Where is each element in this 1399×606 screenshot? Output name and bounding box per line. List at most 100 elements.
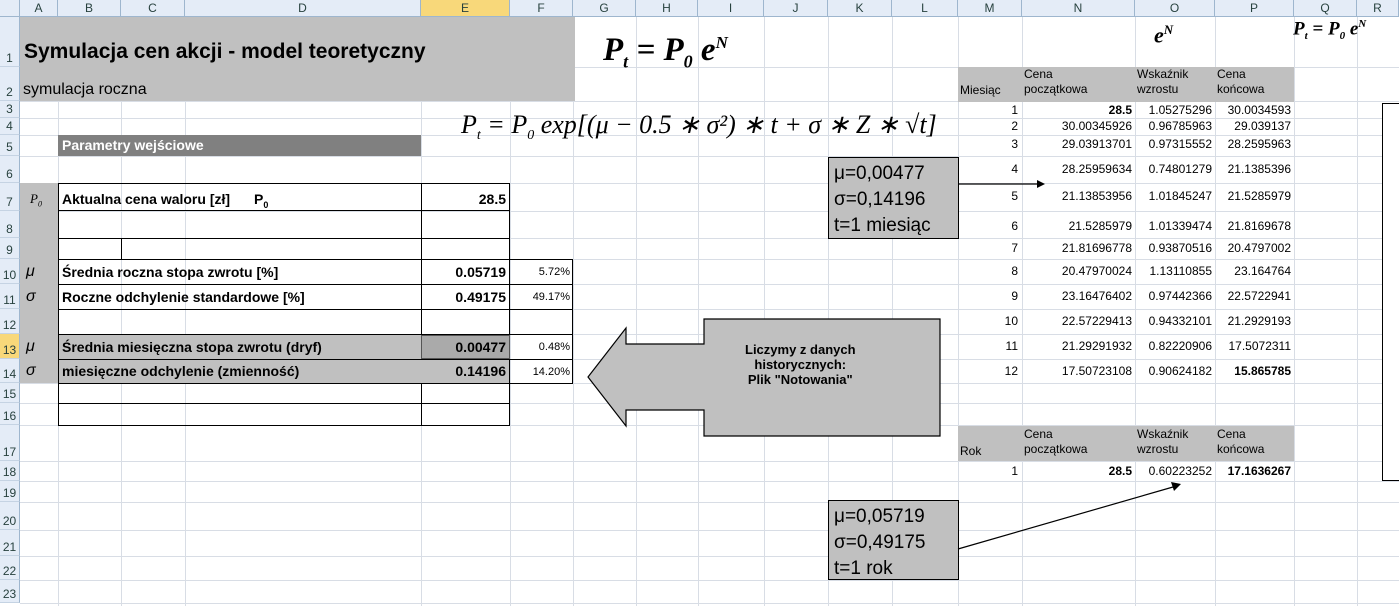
monthly-row-start: 17.50723108 (1061, 364, 1132, 378)
hline-14 (58, 383, 510, 384)
monthly-row-growth: 1.13110855 (1149, 264, 1212, 278)
hline-9 (58, 259, 510, 260)
column-header-P[interactable]: P (1215, 0, 1294, 17)
monthly-row-end: 21.2929193 (1227, 314, 1291, 328)
row-header-15[interactable]: 15 (0, 383, 20, 403)
annual-row-start: 28.5 (1108, 464, 1132, 478)
row-header-10[interactable]: 10 (0, 259, 20, 284)
monthly-return-value[interactable]: 0.00477 (423, 339, 506, 355)
column-header-H[interactable]: H (636, 0, 698, 17)
monthly-row-start: 29.03913701 (1061, 137, 1132, 151)
row-header-13[interactable]: 13 (0, 334, 20, 359)
row-header-21[interactable]: 21 (0, 530, 20, 556)
column-header-K[interactable]: K (828, 0, 892, 17)
monthly-row-start: 28.25959634 (1061, 162, 1132, 176)
price-value[interactable]: 28.5 (423, 191, 506, 207)
monthly-row-start: 21.5285979 (1068, 219, 1132, 233)
hline-11 (58, 309, 573, 310)
params-header: Parametry wejściowe (62, 137, 204, 153)
column-header-D[interactable]: D (185, 0, 421, 17)
monthly-row-n: 11 (1005, 339, 1018, 353)
price-label: Aktualna cena waloru [zł] P0 (62, 191, 269, 210)
column-header-B[interactable]: B (58, 0, 121, 17)
column-header-Q[interactable]: Q (1294, 0, 1357, 17)
row-header-17[interactable]: 17 (0, 425, 20, 461)
row-header-4[interactable]: 4 (0, 118, 20, 135)
annual-connector-arrow (957, 482, 1181, 550)
row-header-5[interactable]: 5 (0, 135, 20, 156)
row-header-9[interactable]: 9 (0, 238, 20, 259)
monthly-row-start: 21.13853956 (1061, 189, 1132, 203)
gridline-v (1294, 17, 1295, 606)
hline-f14 (510, 383, 573, 384)
column-header-N[interactable]: N (1022, 0, 1135, 17)
table-divider-e (421, 183, 422, 426)
monthly-row-n: 10 (1004, 314, 1018, 328)
monthly-row-start: 22.57229413 (1061, 314, 1132, 328)
gridline-h (20, 603, 1399, 604)
table-divider-f (509, 183, 510, 426)
column-header-F[interactable]: F (510, 0, 573, 17)
gridline-h (20, 530, 1399, 531)
monthly-row-growth: 0.93870516 (1148, 241, 1212, 255)
annual-return-value[interactable]: 0.05719 (423, 264, 506, 280)
row-header-19[interactable]: 19 (0, 481, 20, 502)
table-divider-b (58, 183, 59, 426)
column-header-I[interactable]: I (698, 0, 764, 17)
sheet-subtitle: symulacja roczna (23, 81, 147, 98)
row-header-23[interactable]: 23 (0, 580, 20, 603)
annual-header-start: Cena początkowa (1024, 427, 1088, 456)
column-header-O[interactable]: O (1135, 0, 1215, 17)
column-header-L[interactable]: L (892, 0, 958, 17)
row-header-3[interactable]: 3 (0, 101, 20, 118)
row-header-1[interactable]: 1 (0, 17, 20, 67)
select-all-corner[interactable] (0, 0, 20, 17)
hline-16 (58, 425, 510, 426)
column-header-R[interactable]: R (1357, 0, 1399, 17)
p0-symbol: P0 (30, 191, 42, 209)
gridline-h (20, 156, 1399, 157)
gridline-v (698, 17, 699, 606)
monthly-row-n: 2 (1011, 119, 1018, 133)
formula-eN: eN (1154, 22, 1174, 48)
monthly-sd-value[interactable]: 0.14196 (423, 363, 506, 379)
spreadsheet: ABCDEFGHIJKLMNOPQR 1 2 3 4 5 6 7 8 9 10 11 12 13 14 15… (0, 0, 1399, 606)
hline-8 (58, 238, 510, 239)
monthly-row-growth: 1.01339474 (1148, 219, 1212, 233)
monthly-row-n: 3 (1011, 137, 1018, 151)
gridline-v (185, 17, 186, 606)
row-header-6[interactable]: 6 (0, 156, 20, 183)
vline-g (572, 259, 573, 383)
sheet-title: Symulacja cen akcji - model teoretyczny (24, 40, 426, 63)
vline-c9 (121, 238, 122, 259)
column-header-M[interactable]: M (958, 0, 1022, 17)
column-header-E[interactable]: E (421, 0, 510, 17)
monthly-header-growth: Wskaźnik wzrostu (1137, 67, 1189, 96)
row-header-18[interactable]: 18 (0, 461, 20, 481)
column-header-A[interactable]: A (20, 0, 58, 17)
row-header-2[interactable]: 2 (0, 67, 20, 101)
gridline-h (20, 211, 1399, 212)
row-header-12[interactable]: 12 (0, 309, 20, 334)
monthly-row-growth: 0.74801279 (1148, 162, 1212, 176)
row-header-8[interactable]: 8 (0, 211, 20, 238)
row-header-22[interactable]: 22 (0, 556, 20, 580)
column-header-C[interactable]: C (121, 0, 185, 17)
annual-sd-value[interactable]: 0.49175 (423, 289, 506, 305)
monthly-row-n: 5 (1011, 189, 1018, 203)
monthly-row-end: 17.5072311 (1228, 339, 1291, 353)
row-header-7[interactable]: 7 (0, 183, 20, 211)
annual-row-end: 17.1636267 (1227, 464, 1291, 478)
row-header-16[interactable]: 16 (0, 403, 20, 425)
monthly-row-start: 20.47970024 (1061, 264, 1132, 278)
hline-f10 (510, 259, 573, 260)
row-header-20[interactable]: 20 (0, 502, 20, 530)
hline-10 (58, 284, 573, 285)
monthly-header-start: Cena początkowa (1024, 67, 1088, 96)
monthly-row-n: 9 (1011, 289, 1018, 303)
column-header-G[interactable]: G (573, 0, 636, 17)
row-header-11[interactable]: 11 (0, 284, 20, 309)
column-header-J[interactable]: J (764, 0, 828, 17)
row-header-14[interactable]: 14 (0, 359, 20, 383)
annual-return-pct: 5.72% (538, 266, 570, 278)
